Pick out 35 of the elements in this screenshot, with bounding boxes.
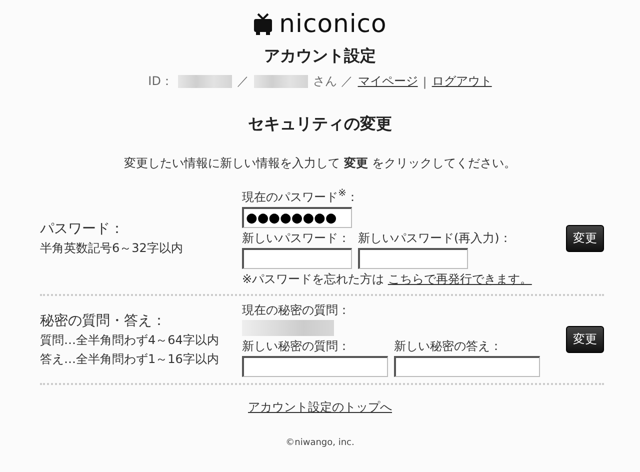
- user-bar-text: |: [422, 74, 427, 88]
- input-field[interactable]: [242, 356, 388, 377]
- field-label: 新しいパスワード：: [242, 230, 351, 247]
- field-label: 現在のパスワード$^{※}$：: [242, 188, 360, 206]
- field-label: 現在の秘密の質問：: [242, 302, 351, 319]
- input-field[interactable]: [394, 356, 540, 377]
- redacted-text: [254, 75, 308, 88]
- section-title: セキュリティの変更: [247, 114, 393, 135]
- field-label: 新しい秘密の質問：: [242, 338, 351, 355]
- user-bar-text: ／: [236, 73, 249, 90]
- copyright-text: ©niwango, inc.: [284, 438, 356, 448]
- setting-note: 質問…全半角問わず4～64字以内: [40, 332, 220, 348]
- current-password-field[interactable]: ●●●●●●●●: [242, 207, 352, 228]
- field-label: 新しいパスワード(再入力)：: [358, 230, 512, 247]
- footnote-text: ※パスワードを忘れた方は こちらで再発行できます。: [242, 271, 533, 288]
- input-field[interactable]: [358, 248, 468, 269]
- account-top-link[interactable]: アカウント設定のトップへ: [248, 400, 392, 414]
- user-bar-link[interactable]: マイページ: [358, 73, 418, 90]
- input-field[interactable]: [242, 248, 352, 269]
- redacted-text: [178, 75, 232, 88]
- setting-note: 半角英数記号6～32字以内: [40, 240, 184, 256]
- logo-text: niconico: [279, 10, 387, 38]
- field-label: 新しい秘密の答え：: [394, 338, 503, 355]
- change-button[interactable]: 変更: [566, 326, 604, 353]
- setting-note: 答え…全半角問わず1～16字以内: [40, 350, 220, 368]
- reissue-link[interactable]: こちらで再発行できます。: [388, 272, 532, 286]
- user-bar-text: さん ／: [312, 73, 353, 90]
- change-button[interactable]: 変更: [566, 224, 604, 252]
- page-title: アカウント設定: [264, 46, 376, 67]
- user-bar-text: ID：: [148, 73, 173, 90]
- instruction-text: 変更したい情報に新しい情報を入力して 変更 をクリックしてください。: [123, 155, 517, 172]
- user-bar-link[interactable]: ログアウト: [432, 73, 492, 90]
- setting-label: 秘密の質問・答え：: [40, 312, 167, 330]
- tv-icon: [253, 13, 274, 35]
- setting-label: パスワード：: [40, 220, 125, 238]
